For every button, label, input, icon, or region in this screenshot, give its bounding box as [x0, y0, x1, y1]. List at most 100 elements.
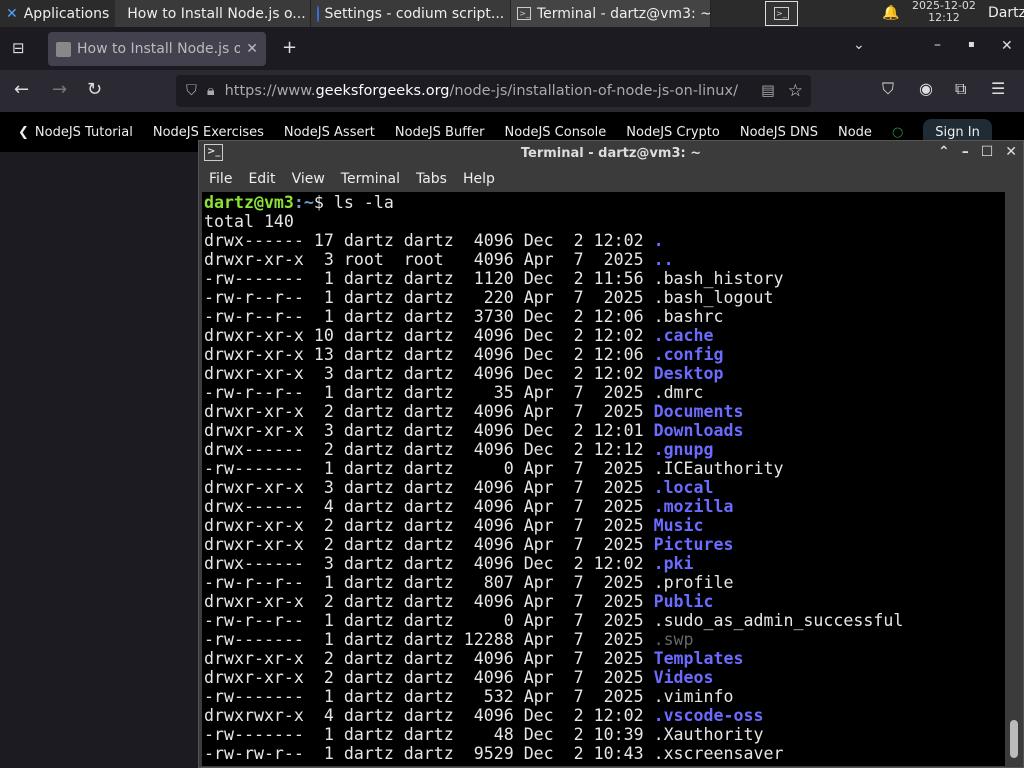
nav-link[interactable]: NodeJS Console: [505, 125, 607, 140]
file-name: .mozilla: [653, 497, 734, 516]
file-attributes: drwxr-xr-x 2 dartz dartz 4096 Apr 7 2025: [204, 592, 654, 611]
bell-icon[interactable]: 🔔: [882, 5, 899, 21]
file-attributes: -rw-r--r-- 1 dartz dartz 3730 Dec 2 12:0…: [204, 307, 654, 326]
menu-help[interactable]: Help: [463, 171, 495, 187]
file-attributes: drwxr-xr-x 3 dartz dartz 4096 Dec 2 12:0…: [204, 364, 654, 383]
task-terminal[interactable]: >_ Terminal - dartz@vm3: ~: [511, 0, 712, 27]
listing-row: drwx------ 2 dartz dartz 4096 Dec 2 12:1…: [204, 440, 714, 459]
terminal-window: >_ Terminal - dartz@vm3: ~ ⌃ – ☐ ✕ File Edi…: [198, 140, 1024, 768]
listing-row: -rw-r--r-- 1 dartz dartz 3730 Dec 2 12:0…: [204, 307, 724, 326]
url-bar[interactable]: ⛉ 🔒︎ https://www.geeksforgeeks.org/node-j…: [176, 75, 811, 107]
nav-link[interactable]: NodeJS Tutorial: [35, 125, 133, 140]
shade-icon[interactable]: ⌃: [938, 144, 950, 160]
nav-link[interactable]: NodeJS Assert: [284, 125, 375, 140]
file-attributes: drwx------ 3 dartz dartz 4096 Dec 2 12:0…: [204, 554, 654, 573]
close-tab-icon[interactable]: ✕: [246, 41, 258, 57]
file-name: .gnupg: [653, 440, 714, 459]
file-name: .local: [653, 478, 714, 497]
listing-row: -rw-rw-r-- 1 dartz dartz 9529 Dec 2 10:4…: [204, 744, 783, 763]
terminal-icon: >_: [517, 7, 531, 20]
file-attributes: drwxr-xr-x 2 dartz dartz 4096 Apr 7 2025: [204, 649, 654, 668]
forward-icon[interactable]: →: [52, 79, 67, 100]
listing-row: drwxr-xr-x 3 dartz dartz 4096 Dec 2 12:0…: [204, 421, 744, 440]
applications-menu[interactable]: ✕ Applications: [0, 0, 115, 27]
menu-icon[interactable]: ☰: [991, 79, 1005, 98]
listing-row: -rw-r--r-- 1 dartz dartz 0 Apr 7 2025 .s…: [204, 611, 903, 630]
search-icon[interactable]: ○: [892, 125, 903, 140]
file-attributes: drwxr-xr-x 13 dartz dartz 4096 Dec 2 12:…: [204, 345, 654, 364]
lock-icon[interactable]: 🔒︎: [207, 83, 215, 99]
menu-file[interactable]: File: [209, 171, 232, 187]
clock[interactable]: 2025-12-02 12:12: [912, 0, 976, 24]
browser-tabbar: ⊟ How to Install Node.js or ✕ + ⌄ – ▪ ✕: [0, 27, 1024, 70]
pocket-icon[interactable]: ⛉: [882, 79, 894, 99]
terminal-output[interactable]: dartz@vm3:~$ ls -la total 140 drwx------…: [202, 192, 1005, 766]
listing-row: drwxr-xr-x 2 dartz dartz 4096 Apr 7 2025…: [204, 668, 714, 687]
file-attributes: drwx------ 17 dartz dartz 4096 Dec 2 12:…: [204, 231, 654, 250]
tab-manager-icon[interactable]: ⊟: [12, 39, 25, 57]
file-name: Public: [653, 592, 714, 611]
file-name: ..: [653, 250, 674, 269]
file-attributes: drwxr-xr-x 2 dartz dartz 4096 Apr 7 2025: [204, 535, 654, 554]
minimize-icon[interactable]: –: [962, 144, 969, 160]
shield-icon[interactable]: ⛉: [186, 83, 197, 99]
maximize-icon[interactable]: ☐: [981, 144, 994, 160]
back-icon[interactable]: ←: [14, 79, 29, 100]
terminal-titlebar[interactable]: >_ Terminal - dartz@vm3: ~ ⌃ – ☐ ✕: [199, 141, 1023, 166]
listing-row: -rw-r--r-- 1 dartz dartz 35 Apr 7 2025 .…: [204, 383, 704, 402]
browser-tab[interactable]: How to Install Node.js or ✕: [48, 32, 266, 66]
file-name: .bash_history: [653, 269, 784, 288]
chevron-left-icon[interactable]: ❮: [18, 125, 29, 140]
file-name: .xscreensaver: [653, 744, 784, 763]
file-attributes: drwxr-xr-x 3 root root 4096 Apr 7 2025: [204, 250, 654, 269]
file-name: .: [653, 231, 664, 250]
listing-row: drwx------ 4 dartz dartz 4096 Apr 7 2025…: [204, 497, 734, 516]
nav-link[interactable]: NodeJS Buffer: [395, 125, 485, 140]
file-attributes: -rw------- 1 dartz dartz 0 Apr 7 2025: [204, 459, 654, 478]
new-tab-icon[interactable]: +: [282, 37, 297, 58]
nav-link[interactable]: Node: [838, 125, 872, 140]
codium-icon: [317, 5, 319, 22]
file-attributes: drwxrwxr-x 4 dartz dartz 4096 Dec 2 12:0…: [204, 706, 654, 725]
listing-row: drwxr-xr-x 10 dartz dartz 4096 Dec 2 12:…: [204, 326, 714, 345]
menu-edit[interactable]: Edit: [248, 171, 275, 187]
listing-row: drwxr-xr-x 2 dartz dartz 4096 Apr 7 2025…: [204, 516, 704, 535]
file-attributes: -rw------- 1 dartz dartz 1120 Dec 2 11:5…: [204, 269, 654, 288]
file-name: .Xauthority: [653, 725, 764, 744]
scrollbar-thumb[interactable]: [1010, 720, 1018, 758]
close-icon[interactable]: ✕: [1005, 144, 1017, 160]
listing-row: -rw------- 1 dartz dartz 12288 Apr 7 202…: [204, 630, 694, 649]
close-icon[interactable]: ✕: [1001, 38, 1013, 54]
total-line: total 140: [204, 212, 294, 231]
nav-link[interactable]: NodeJS Crypto: [626, 125, 720, 140]
listing-row: -rw------- 1 dartz dartz 48 Dec 2 10:39 …: [204, 725, 763, 744]
file-name: .swp: [653, 630, 694, 649]
account-icon[interactable]: ◉: [919, 79, 933, 98]
listing-row: drwxr-xr-x 3 root root 4096 Apr 7 2025 .…: [204, 250, 674, 269]
file-name: .ICEauthority: [653, 459, 784, 478]
file-name: .viminfo: [653, 687, 734, 706]
terminal-launcher[interactable]: >_: [765, 1, 798, 26]
task-codium[interactable]: Settings - codium script...: [311, 0, 512, 27]
task-firefox[interactable]: How to Install Node.js o...: [115, 0, 312, 27]
nav-link[interactable]: NodeJS Exercises: [153, 125, 264, 140]
star-icon[interactable]: ☆: [788, 81, 803, 101]
chevron-down-icon[interactable]: ⌄: [853, 37, 865, 53]
file-attributes: drwxr-xr-x 3 dartz dartz 4096 Apr 7 2025: [204, 478, 654, 497]
minimize-icon[interactable]: –: [934, 37, 941, 53]
menu-view[interactable]: View: [292, 171, 325, 187]
reader-view-icon[interactable]: ▤: [761, 83, 775, 99]
terminal-scrollbar[interactable]: [1007, 192, 1021, 766]
listing-row: -rw------- 1 dartz dartz 532 Apr 7 2025 …: [204, 687, 734, 706]
menu-tabs[interactable]: Tabs: [416, 171, 447, 187]
file-name: .vscode-oss: [653, 706, 764, 725]
listing-row: drwxr-xr-x 13 dartz dartz 4096 Dec 2 12:…: [204, 345, 724, 364]
user-menu[interactable]: Dartz: [988, 5, 1024, 21]
listing-row: drwx------ 17 dartz dartz 4096 Dec 2 12:…: [204, 231, 664, 250]
terminal-menubar: File Edit View Terminal Tabs Help: [199, 166, 1023, 191]
nav-link[interactable]: NodeJS DNS: [740, 125, 818, 140]
menu-terminal[interactable]: Terminal: [341, 171, 400, 187]
maximize-icon[interactable]: ▪: [968, 39, 975, 50]
extensions-icon[interactable]: ⧉: [955, 79, 966, 99]
reload-icon[interactable]: ↻: [87, 79, 102, 100]
